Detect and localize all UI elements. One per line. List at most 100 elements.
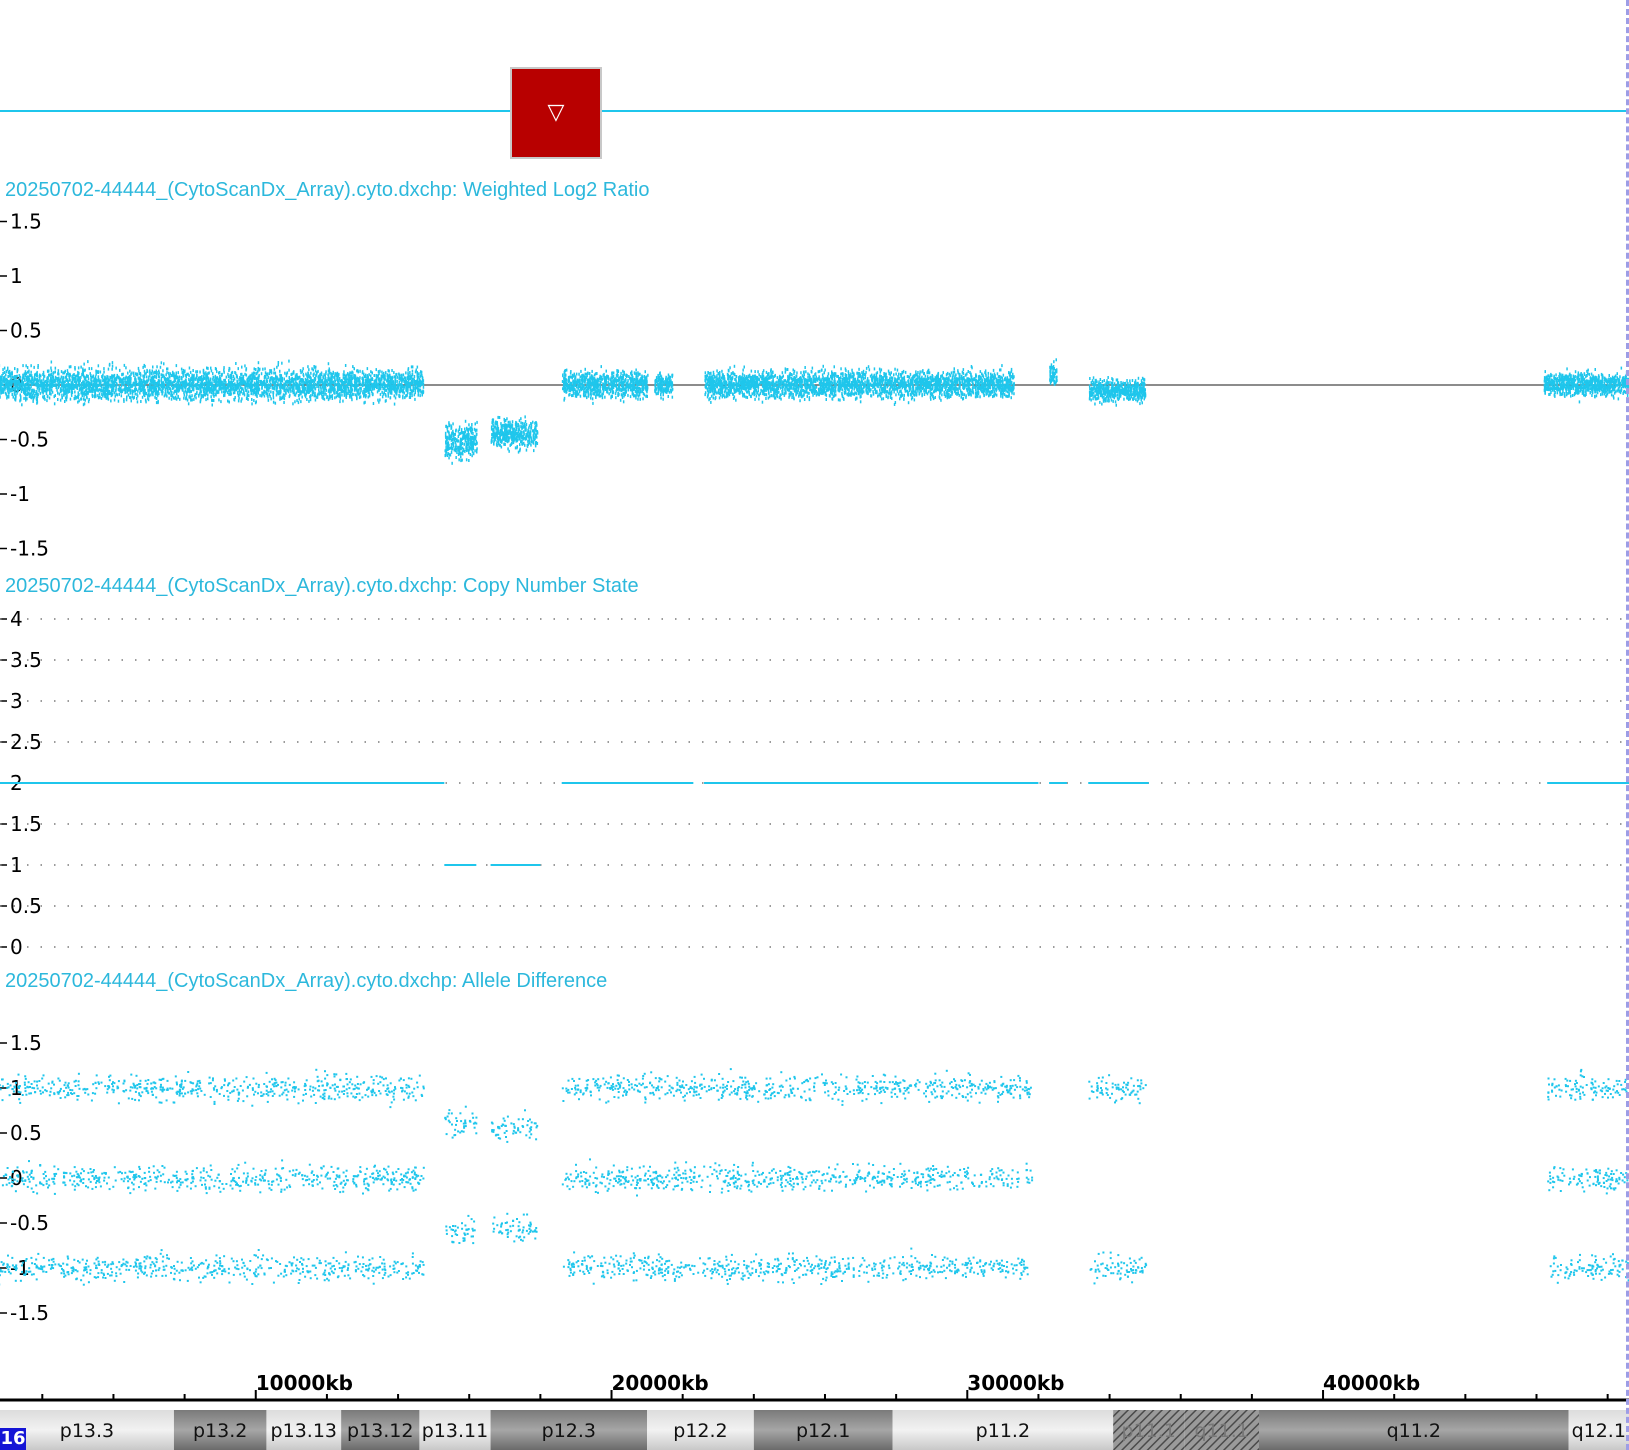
log2-point	[458, 458, 460, 462]
log2-point	[269, 379, 271, 383]
log2-point	[377, 398, 379, 402]
log2-point	[20, 388, 23, 392]
log2-point	[346, 373, 348, 377]
log2-point	[50, 388, 53, 392]
log2-point	[416, 365, 419, 369]
log2-point	[391, 375, 393, 379]
log2-point	[83, 377, 86, 380]
log2-point	[422, 382, 425, 386]
log2-point	[86, 396, 88, 400]
log2-point	[412, 387, 414, 391]
log2-point	[25, 396, 27, 400]
log2-point	[422, 391, 424, 395]
log2-point	[193, 384, 195, 388]
log2-point	[28, 387, 30, 391]
log2-point	[138, 387, 140, 391]
log2-point	[189, 370, 192, 374]
log2-point	[21, 379, 23, 383]
log2-point	[54, 378, 57, 382]
log2-point	[212, 389, 214, 393]
log2-point	[131, 391, 133, 395]
log2-point	[255, 400, 257, 404]
log2-point	[307, 365, 309, 369]
log2-point	[141, 384, 143, 388]
log2-point	[301, 369, 304, 373]
log2-point	[43, 374, 45, 378]
log2-point	[460, 428, 463, 432]
log2-point	[261, 381, 264, 385]
log2-point	[257, 361, 260, 365]
log2-point	[60, 389, 63, 392]
log2-point	[352, 365, 354, 369]
log2-point	[43, 386, 45, 390]
log2-point	[83, 402, 86, 406]
log2-point	[80, 382, 83, 386]
log2-point	[82, 386, 84, 390]
log2-points	[0, 358, 1629, 465]
log2-point	[371, 371, 373, 375]
log2-point	[294, 383, 297, 387]
log2-point	[272, 391, 275, 395]
log2-point	[344, 374, 347, 378]
log2-point	[308, 399, 310, 403]
log2-point	[2, 368, 4, 372]
log2-point	[227, 372, 229, 376]
log2-point	[455, 438, 458, 442]
log2-point	[23, 396, 25, 400]
log2-point	[325, 372, 327, 375]
log2-point	[167, 381, 169, 385]
log2-point	[296, 387, 298, 391]
log2-point	[70, 365, 72, 369]
log2-point	[29, 379, 31, 383]
log2-point	[362, 390, 364, 393]
log2-point	[302, 379, 304, 383]
log2-point	[336, 389, 339, 393]
log2-point	[352, 371, 354, 375]
log2-point	[469, 453, 472, 456]
log2-point	[185, 378, 187, 382]
log2-point	[145, 400, 147, 404]
log2-point	[86, 374, 88, 378]
log2-point	[471, 423, 473, 426]
log2-point	[74, 390, 76, 394]
log2-point	[421, 382, 423, 386]
log2-point	[156, 365, 158, 369]
log2-point	[155, 375, 158, 379]
log2-point	[263, 394, 266, 398]
log2-point	[95, 372, 97, 376]
log2-point	[111, 392, 114, 396]
log2-point	[111, 389, 113, 393]
log2-point	[56, 388, 58, 392]
log2-point	[400, 387, 403, 391]
log2-point	[248, 394, 250, 398]
log2-point	[57, 398, 59, 401]
log2-point	[278, 378, 280, 382]
log2-point	[339, 394, 341, 398]
log2-point	[80, 397, 82, 401]
log2-point	[32, 399, 34, 403]
log2-point	[8, 369, 11, 373]
log2-point	[288, 386, 290, 390]
log2-point	[271, 380, 274, 384]
log2-point	[203, 382, 205, 386]
log2-point	[320, 387, 322, 391]
log2-point	[23, 372, 26, 376]
log2-point	[134, 388, 136, 391]
log2-point	[128, 383, 130, 387]
log2-point	[418, 377, 421, 381]
log2-point	[241, 372, 243, 376]
log2-point	[69, 397, 72, 401]
log2-point	[129, 395, 131, 399]
log2-point	[209, 378, 212, 382]
log2-point	[108, 362, 111, 366]
log2-point	[275, 379, 277, 383]
log2-point	[73, 397, 76, 401]
log2-point	[128, 388, 131, 392]
log2-point	[278, 390, 280, 394]
log2-point	[1, 383, 3, 387]
log2-point	[205, 398, 207, 402]
log2-point	[253, 390, 255, 394]
log2-point	[405, 371, 407, 375]
log2-point	[384, 399, 387, 403]
log2-point	[124, 381, 127, 385]
